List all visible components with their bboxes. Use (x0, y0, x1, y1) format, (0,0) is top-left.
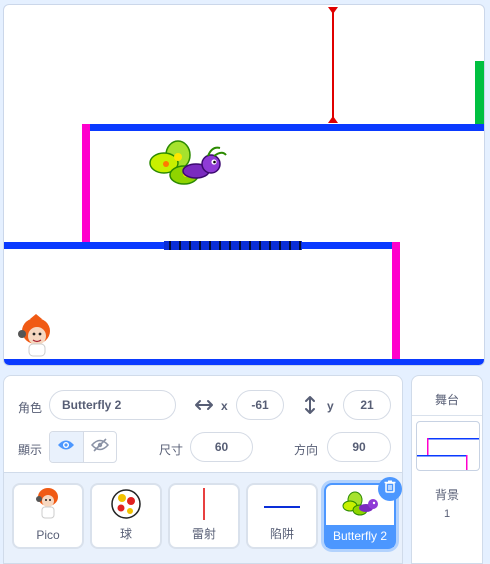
left-wall (82, 124, 90, 242)
sprite-tile-label: Pico (36, 528, 60, 542)
direction-label: 方向 (294, 443, 319, 457)
floor-platform (4, 359, 484, 365)
sprite-info-panel: 角色 Butterfly 2 x -61 y 21 顯示 尺寸 60 方向 90 (3, 375, 403, 473)
show-label: 顯示 (18, 443, 43, 457)
laser-sprite[interactable] (328, 7, 338, 123)
sprite-label: 角色 (18, 401, 43, 415)
backdrop-label: 背景 (434, 488, 459, 502)
sprite-name-input[interactable]: Butterfly 2 (49, 390, 176, 420)
right-wall (392, 242, 400, 360)
stage-selector-pane[interactable]: 舞台 背景 1 (411, 375, 483, 564)
trap-thumb-icon (264, 497, 300, 515)
size-input[interactable]: 60 (190, 432, 253, 462)
x-label: x (221, 399, 228, 413)
trash-icon (384, 480, 396, 498)
vertical-arrows-icon (303, 395, 317, 420)
stage-title: 舞台 (434, 393, 459, 407)
sprite-tile-label: Butterfly 2 (326, 525, 394, 547)
upper-platform (82, 124, 484, 131)
sprite-tile-ball[interactable]: 球 (90, 483, 162, 549)
stage-canvas[interactable] (3, 4, 485, 366)
visibility-toggle (49, 431, 117, 463)
delete-sprite-button[interactable] (378, 477, 402, 501)
backdrop-count: 1 (443, 508, 451, 520)
sprite-tile-label: 球 (119, 527, 132, 541)
sprite-tile-butterfly-2[interactable]: Butterfly 2 (324, 477, 402, 549)
x-input[interactable]: -61 (236, 390, 284, 420)
pico-thumb-icon (35, 487, 61, 526)
sprite-tile-trap[interactable]: 陷阱 (246, 483, 318, 549)
horizontal-arrows-icon (194, 398, 214, 417)
y-label: y (327, 399, 334, 413)
eye-slash-icon (90, 437, 109, 457)
sprite-tile-label: 陷阱 (269, 527, 294, 541)
sprite-tile-label: 雷射 (191, 527, 216, 541)
y-input[interactable]: 21 (343, 390, 391, 420)
size-label: 尺寸 (159, 443, 184, 457)
butterfly-sprite[interactable] (149, 140, 227, 185)
laser-thumb-icon (200, 487, 208, 526)
goal-bar (475, 61, 484, 125)
trap-sprite[interactable] (164, 241, 302, 250)
divider (412, 415, 482, 416)
pico-sprite[interactable] (18, 314, 50, 357)
eye-icon (57, 438, 75, 456)
sprite-list: Pico 球 雷射 陷阱 Butterfly 2 (3, 473, 403, 564)
butterfly-thumb-icon (342, 491, 378, 522)
hide-button[interactable] (82, 432, 117, 462)
sprite-tile-pico[interactable]: Pico (12, 483, 84, 549)
ball-thumb-icon (110, 488, 142, 525)
stage-thumbnail[interactable] (416, 421, 480, 471)
sprite-tile-laser[interactable]: 雷射 (168, 483, 240, 549)
direction-input[interactable]: 90 (327, 432, 391, 462)
show-button[interactable] (50, 432, 83, 462)
